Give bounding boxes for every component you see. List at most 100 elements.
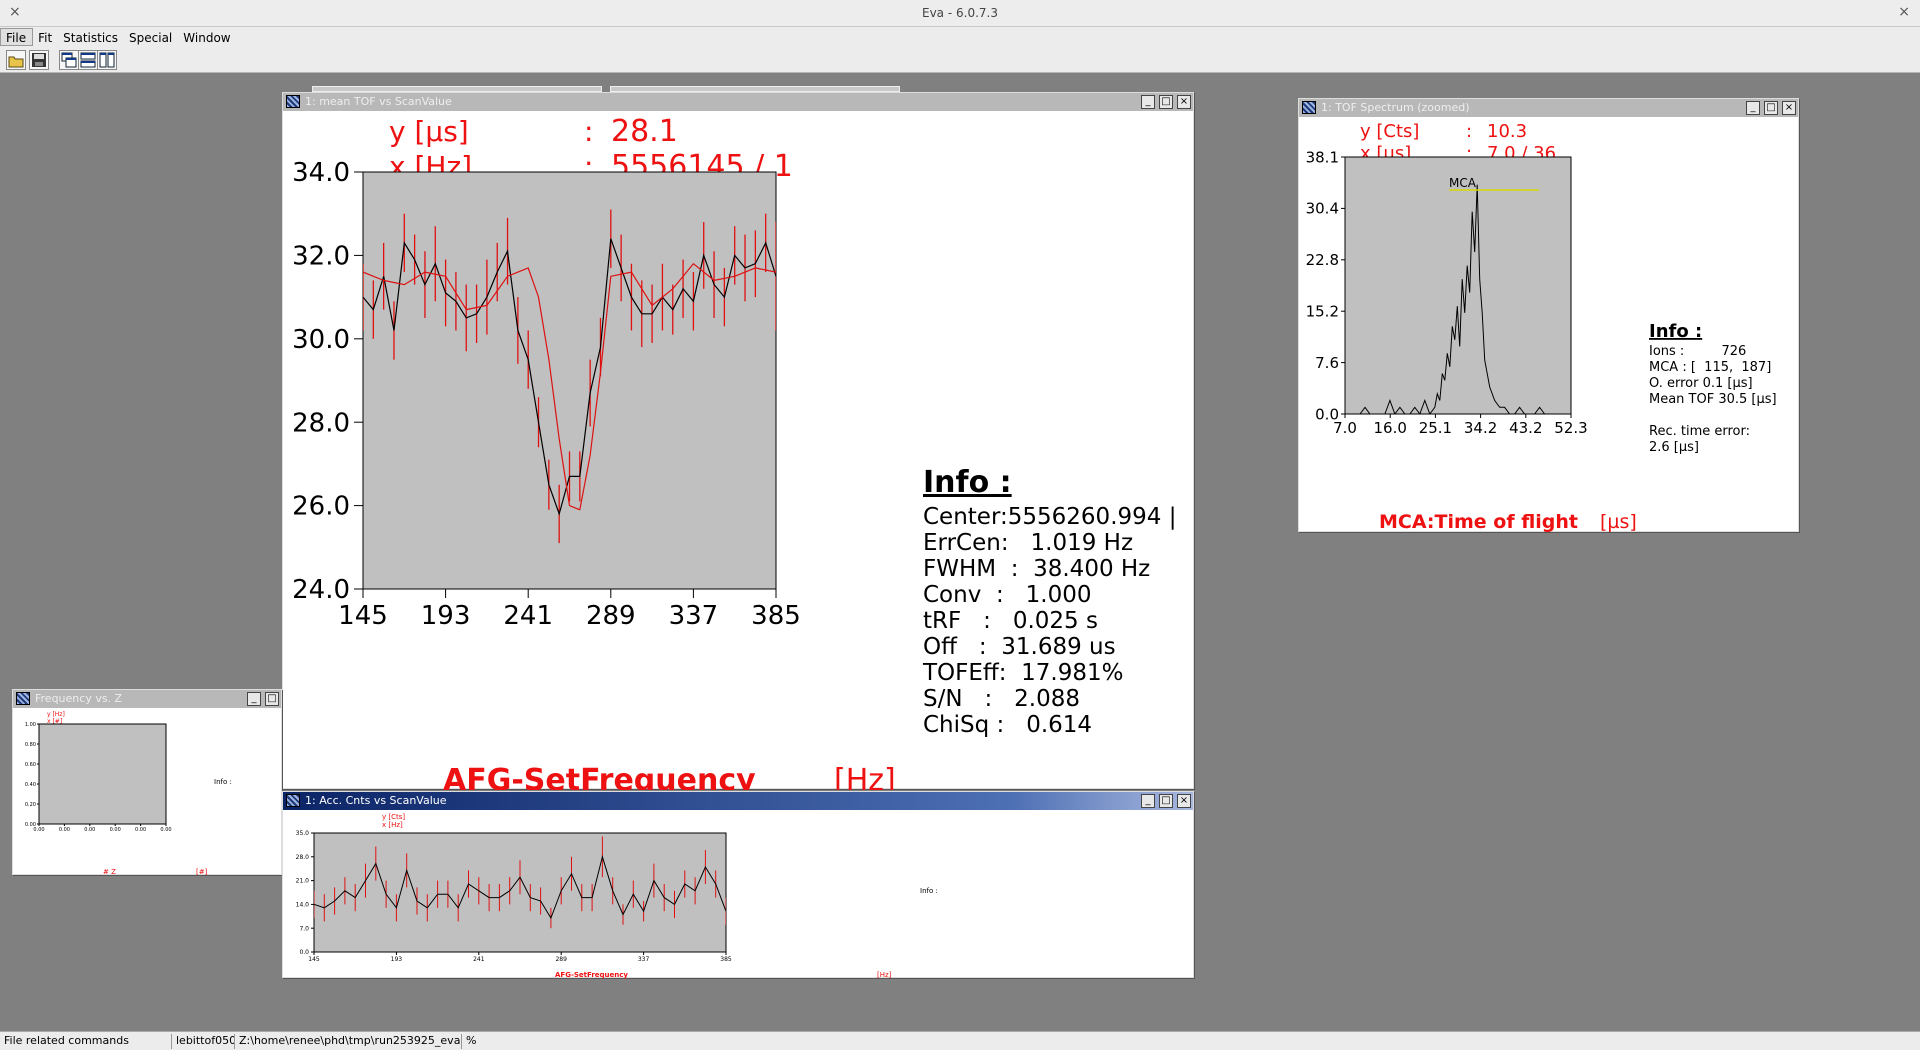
maximize-button[interactable]: □	[265, 692, 279, 706]
menu-file[interactable]: File	[0, 28, 34, 46]
info-line: FWHM : 38.400 Hz	[923, 556, 1150, 582]
minimize-button[interactable]: _	[1141, 794, 1155, 808]
readout-y-value: 10.3	[1487, 121, 1527, 142]
x-axis-label: AFG-SetFrequency	[443, 763, 756, 790]
maximize-button[interactable]: □	[1159, 794, 1173, 808]
plot-area	[362, 171, 777, 590]
app-title: Eva - 6.0.7.3	[922, 6, 998, 20]
tof-spectrum-chart[interactable]: y [Cts] : 10.3 x [µs] : 7.0 / 36 0.07.61…	[1299, 118, 1800, 533]
menu-statistics[interactable]: Statistics	[58, 29, 124, 45]
x-tick-label: 43.2	[1509, 419, 1542, 437]
y-tick-label: 35.0	[296, 830, 310, 837]
x-axis-label: AFG-SetFrequency	[555, 971, 628, 979]
maximize-button[interactable]: □	[1159, 95, 1173, 109]
x-axis-unit: [Hz]	[834, 763, 896, 790]
x-tick-label: 34.2	[1464, 419, 1497, 437]
info-line: Off : 31.689 us	[923, 634, 1116, 660]
close-button[interactable]: ×	[1177, 794, 1191, 808]
open-folder-icon[interactable]	[6, 50, 26, 70]
readout-colon: :	[1466, 121, 1472, 142]
info-line: Ions : 726	[1649, 344, 1746, 359]
info-line: ErrCen: 1.019 Hz	[923, 530, 1133, 556]
info-title: Info :	[1649, 321, 1702, 342]
info-line: Mean TOF 30.5 [µs]	[1649, 392, 1777, 407]
tile-horizontal-icon[interactable]	[78, 50, 98, 70]
x-tick-label: 241	[503, 601, 553, 631]
status-file-path: Z:\home\renee\phd\tmp\run253925_eva.d	[235, 1034, 462, 1049]
readout-y-label: y [Hz]	[47, 711, 65, 718]
mean-tof-chart[interactable]: y [µs] : 28.1 x [Hz] : 5556145 / 1 24.02…	[283, 112, 1195, 790]
readout-y-value: 28.1	[611, 114, 678, 149]
y-tick-label: 7.0	[299, 925, 309, 932]
y-tick-label: 26.0	[292, 492, 350, 522]
close-icon-right[interactable]: ×	[1898, 4, 1910, 20]
y-tick-label: 14.0	[296, 902, 310, 909]
menu-bar: File Fit Statistics Special Window	[0, 27, 1920, 47]
y-tick-label: 22.8	[1306, 251, 1339, 269]
x-tick-label: 25.1	[1419, 419, 1452, 437]
window-titlebar[interactable]: Frequency vs. Z	[13, 690, 281, 708]
y-tick-label: 0.40	[25, 782, 36, 788]
x-tick-label: 0.00	[33, 827, 44, 833]
minimize-button[interactable]: _	[1141, 95, 1155, 109]
window-titlebar[interactable]: 1: Acc. Cnts vs ScanValue	[283, 792, 1193, 810]
x-axis-label: MCA:Time of flight	[1379, 511, 1578, 533]
readout-y-label: y [Cts]	[382, 813, 405, 821]
minimize-button[interactable]: _	[247, 692, 261, 706]
menu-special[interactable]: Special	[124, 29, 178, 45]
window-acc-cnts[interactable]: 1: Acc. Cnts vs ScanValue _ □ × y [Cts] …	[282, 791, 1195, 979]
y-tick-label: 0.80	[25, 742, 36, 748]
y-tick-label: 30.0	[292, 325, 350, 355]
legend-mca: MCA	[1449, 176, 1477, 190]
menu-window[interactable]: Window	[178, 29, 236, 45]
close-button[interactable]: ×	[1782, 101, 1796, 115]
info-line: ChiSq : 0.614	[923, 712, 1092, 738]
window-mean-tof[interactable]: 1: mean TOF vs ScanValue _ □ × y [µs] : …	[282, 92, 1195, 790]
app-titlebar: × Eva - 6.0.7.3 ×	[0, 0, 1920, 27]
y-tick-label: 15.2	[1306, 302, 1339, 320]
y-tick-label: 32.0	[292, 242, 350, 272]
readout-y-label: y [Cts]	[1360, 121, 1419, 142]
y-tick-label: 34.0	[292, 158, 350, 188]
window-titlebar[interactable]: 1: mean TOF vs ScanValue	[283, 93, 1193, 111]
tile-vertical-icon[interactable]	[97, 50, 117, 70]
minimize-button[interactable]: _	[1746, 101, 1760, 115]
x-tick-label: 337	[638, 956, 650, 963]
x-tick-label: 193	[391, 956, 403, 963]
acc-cnts-chart[interactable]: y [Cts] x [Hz] 0.07.014.021.028.035.0145…	[283, 811, 1195, 979]
x-tick-label: 52.3	[1554, 419, 1587, 437]
info-line: MCA : [ 115, 187]	[1649, 360, 1771, 375]
y-tick-label: 28.0	[296, 854, 310, 861]
y-tick-label: 7.6	[1315, 354, 1339, 372]
menu-fit[interactable]: Fit	[33, 29, 58, 45]
info-line: 2.6 [µs]	[1649, 440, 1699, 455]
readout-colon: :	[584, 115, 593, 148]
y-tick-label: 1.00	[25, 722, 36, 728]
x-axis-unit: [Hz]	[877, 971, 892, 979]
save-icon[interactable]	[29, 50, 49, 70]
window-icon	[16, 692, 30, 705]
window-frequency-vs-z[interactable]: Frequency vs. Z _ □ y [Hz] x [#] 0.00 0.2…	[12, 689, 283, 876]
frequency-chart[interactable]: y [Hz] x [#] 0.000.200.400.600.801.000.0…	[13, 709, 283, 876]
info-line: TOFEff: 17.981%	[922, 660, 1123, 686]
toolbar	[0, 47, 1920, 73]
status-message: File related commands	[0, 1034, 172, 1049]
x-axis-unit: [#]	[196, 868, 208, 876]
close-button[interactable]: ×	[1177, 95, 1191, 109]
x-tick-label: 241	[473, 956, 485, 963]
maximize-button[interactable]: □	[1764, 101, 1778, 115]
window-titlebar[interactable]: 1: TOF Spectrum (zoomed)	[1299, 99, 1798, 117]
readout-x-label: x [Hz]	[382, 821, 403, 829]
x-tick-label: 0.00	[135, 827, 146, 833]
readout-y-label: y [µs]	[389, 115, 469, 148]
window-title: 1: TOF Spectrum (zoomed)	[1321, 101, 1470, 114]
window-icon	[286, 95, 300, 108]
window-title: Frequency vs. Z	[35, 692, 123, 705]
y-tick-label: 28.0	[292, 408, 350, 438]
window-icon	[286, 794, 300, 807]
y-tick-label: 30.4	[1306, 200, 1339, 218]
info-line: Center:5556260.994 |	[923, 504, 1176, 530]
info-line: O. error 0.1 [µs]	[1649, 376, 1753, 391]
window-tof-spectrum[interactable]: 1: TOF Spectrum (zoomed) _ □ × y [Cts] :…	[1298, 98, 1800, 533]
cascade-windows-icon[interactable]	[59, 50, 79, 70]
